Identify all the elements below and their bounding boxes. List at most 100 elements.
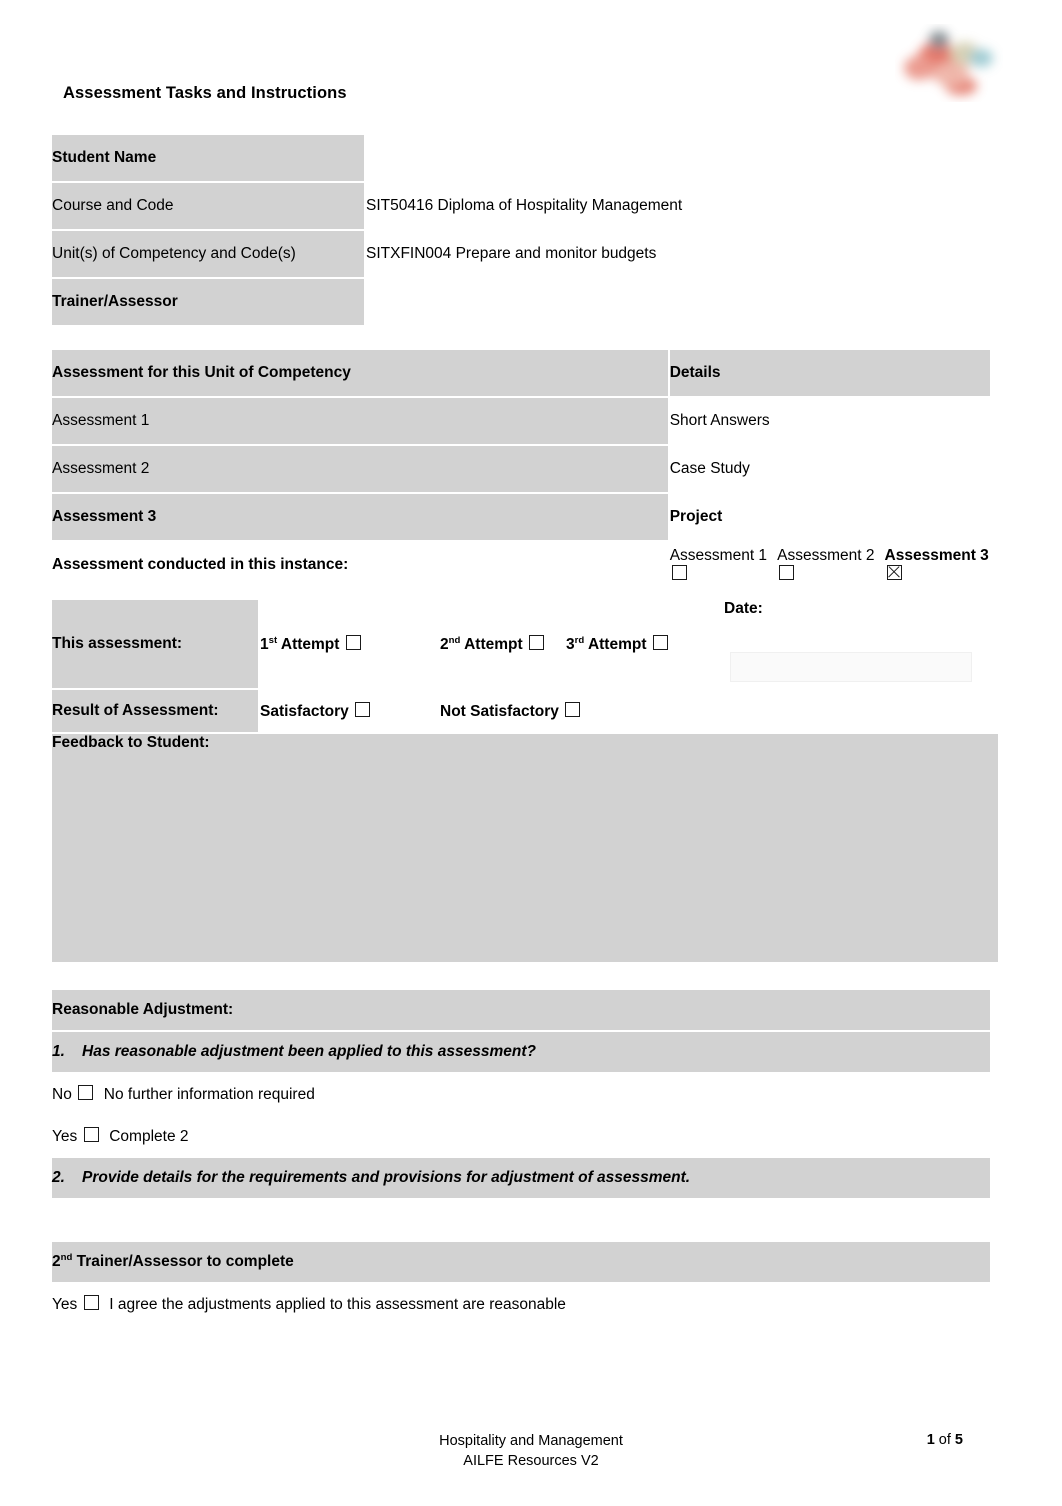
attempt-2-label: Attempt: [460, 635, 523, 653]
checkbox-no[interactable]: [78, 1084, 94, 1100]
label-assessment-2: Assessment 2: [50, 444, 670, 494]
label-unit-of-competency: Unit(s) of Competency and Code(s): [50, 229, 366, 279]
attempt-1-ordinal: st: [268, 634, 278, 646]
checkbox-label-assessment-3: Assessment 3: [884, 546, 989, 564]
question-2: 2. Provide details for the requirements a…: [50, 1156, 992, 1200]
table-row: 1. Has reasonable adjustment been applied…: [50, 1030, 992, 1074]
field-trainer-assessor[interactable]: [364, 277, 878, 327]
checkbox-cell-satisfactory[interactable]: Satisfactory: [258, 688, 440, 734]
header-details: Details: [667, 348, 993, 398]
label-feedback-to-student: Feedback to Student:: [52, 734, 210, 751]
ailfe-logo-icon: [895, 24, 1003, 102]
checkbox-yes[interactable]: [83, 1126, 99, 1142]
second-assessor-heading-text: Trainer/Assessor to complete: [72, 1253, 294, 1270]
checkbox-label-agree: Yes: [52, 1295, 78, 1313]
table-row: Assessment 3 Project: [50, 492, 993, 542]
table-row: Course and Code SIT50416 Diploma of Hosp…: [50, 181, 878, 231]
detail-assessment-2: Case Study: [667, 444, 993, 494]
label-this-assessment: This assessment:: [50, 598, 260, 690]
checkbox-cell-attempt-1[interactable]: 1st Attempt: [258, 598, 440, 690]
footer-line-1: Hospitality and Management: [439, 1433, 623, 1449]
field-date[interactable]: [730, 652, 972, 682]
checkbox-cell-assessment-3[interactable]: Assessment 3: [882, 540, 993, 590]
option-no-text: No further information required: [103, 1085, 315, 1103]
field-adjustment-details[interactable]: [50, 1198, 992, 1242]
checkbox-agree[interactable]: [83, 1294, 99, 1310]
attempt-3-number: 3: [566, 635, 575, 653]
attempt-2-number: 2: [440, 635, 449, 653]
detail-assessment-1: Short Answers: [667, 396, 993, 446]
option-row-yes[interactable]: Yes Complete 2: [50, 1114, 992, 1158]
checkbox-attempt-3[interactable]: [652, 634, 668, 650]
question-1-text: Has reasonable adjustment been applied t…: [82, 1043, 536, 1060]
feedback-area[interactable]: Feedback to Student:: [50, 732, 1000, 964]
table-row: Yes Complete 2: [50, 1114, 992, 1158]
checkbox-cell-assessment-2[interactable]: Assessment 2: [775, 540, 885, 590]
checkbox-not-satisfactory[interactable]: [565, 701, 581, 717]
table-row: No No further information required: [50, 1072, 992, 1116]
footer-line-2: AILFE Resources V2: [463, 1452, 599, 1469]
date-cell[interactable]: Date:: [722, 598, 1000, 690]
label-result-of-assessment: Result of Assessment:: [50, 688, 260, 734]
option-row-agree[interactable]: Yes I agree the adjustments applied to t…: [50, 1282, 992, 1326]
student-details-table: Student Name Course and Code SIT50416 Di…: [50, 133, 878, 327]
question-2-number: 2.: [52, 1169, 65, 1186]
page-footer: Hospitality and Management AILFE Resourc…: [63, 1432, 999, 1471]
table-row-details: [50, 1198, 992, 1242]
question-1-number: 1.: [52, 1043, 65, 1060]
checkbox-label-assessment-1: Assessment 1: [669, 546, 768, 564]
page-total: 5: [954, 1432, 963, 1448]
label-trainer-assessor: Trainer/Assessor: [50, 277, 366, 327]
attempt-3-ordinal: rd: [574, 634, 585, 646]
checkbox-assessment-1[interactable]: [671, 564, 687, 580]
checkbox-cell-not-satisfactory[interactable]: Not Satisfactory: [438, 688, 1000, 734]
checkbox-cell-assessment-1[interactable]: Assessment 1: [667, 540, 778, 590]
result-table: This assessment: 1st Attempt 2nd Attempt…: [50, 598, 1000, 964]
option-agree-text: I agree the adjustments applied to this …: [109, 1295, 566, 1313]
table-row-feedback: Feedback to Student:: [50, 732, 1000, 964]
label-student-name: Student Name: [50, 133, 366, 183]
checkbox-cell-attempt-3[interactable]: 3rd Attempt: [564, 598, 724, 690]
table-row: Reasonable Adjustment:: [50, 988, 992, 1032]
table-row-this-assessment: This assessment: 1st Attempt 2nd Attempt…: [50, 598, 1000, 690]
field-student-name[interactable]: [364, 133, 878, 183]
checkbox-assessment-3[interactable]: [886, 564, 902, 580]
second-assessor-ordinal: nd: [60, 1251, 73, 1263]
table-row: 2nd Trainer/Assessor to complete: [50, 1240, 992, 1284]
table-row: 2. Provide details for the requirements a…: [50, 1156, 992, 1200]
checkbox-attempt-1[interactable]: [345, 634, 361, 650]
field-unit-of-competency[interactable]: SITXFIN004 Prepare and monitor budgets: [364, 229, 878, 279]
attempt-1-label: Attempt: [277, 635, 340, 653]
field-course-and-code[interactable]: SIT50416 Diploma of Hospitality Manageme…: [364, 181, 878, 231]
reasonable-adjustment-table: Reasonable Adjustment: 1. Has reasonable …: [50, 988, 992, 1368]
label-assessment-conducted: Assessment conducted in this instance:: [50, 540, 670, 590]
checkbox-label-assessment-2: Assessment 2: [777, 546, 875, 564]
table-row: Student Name: [50, 133, 878, 183]
page-current: 1: [926, 1432, 935, 1448]
checkbox-label-not-satisfactory: Not Satisfactory: [440, 702, 559, 720]
checkbox-cell-attempt-2[interactable]: 2nd Attempt: [438, 598, 566, 690]
page-of: of: [938, 1432, 951, 1448]
question-1: 1. Has reasonable adjustment been applied…: [50, 1030, 992, 1074]
document-page: Assessment Tasks and Instructions Studen…: [0, 0, 1062, 1506]
table-row: Assessment 2 Case Study: [50, 444, 993, 494]
checkbox-label-yes: Yes: [52, 1127, 78, 1145]
second-assessor-prefix: 2: [52, 1253, 61, 1270]
header-assessment-unit: Assessment for this Unit of Competency: [50, 348, 670, 398]
table-row: Assessment 1 Short Answers: [50, 396, 993, 446]
option-yes-text: Complete 2: [109, 1127, 189, 1145]
heading-second-assessor: 2nd Trainer/Assessor to complete: [50, 1240, 992, 1284]
option-row-no[interactable]: No No further information required: [50, 1072, 992, 1116]
table-header-row: Assessment for this Unit of Competency D…: [50, 348, 993, 398]
checkbox-label-no: No: [52, 1085, 72, 1103]
checkbox-attempt-2[interactable]: [528, 634, 544, 650]
label-assessment-3: Assessment 3: [50, 492, 670, 542]
attempt-2-ordinal: nd: [448, 634, 461, 646]
checkbox-label-satisfactory: Satisfactory: [260, 702, 349, 720]
label-course-and-code: Course and Code: [50, 181, 366, 231]
checkbox-assessment-2[interactable]: [779, 564, 795, 580]
checkbox-satisfactory[interactable]: [355, 701, 371, 717]
spacer-cell: [50, 1324, 992, 1368]
table-row: Unit(s) of Competency and Code(s) SITXFI…: [50, 229, 878, 279]
assessments-table: Assessment for this Unit of Competency D…: [50, 348, 993, 590]
